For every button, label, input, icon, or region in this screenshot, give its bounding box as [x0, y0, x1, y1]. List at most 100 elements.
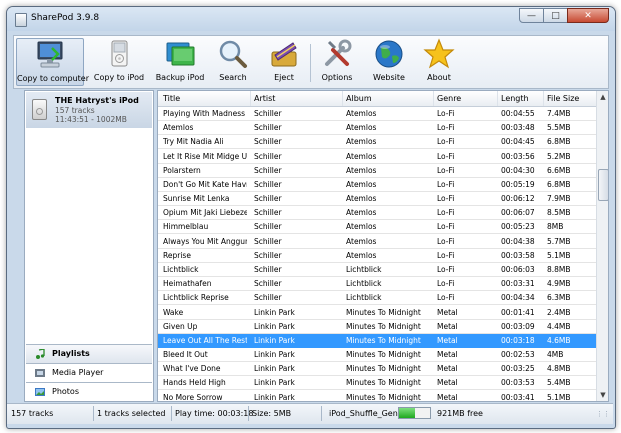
table-row[interactable]: Let It Rise Mit Midge Ure Schiller Atemlos…	[158, 150, 596, 164]
photo-icon	[35, 387, 45, 397]
cell-title: Leave Out All The Rest	[163, 335, 247, 345]
cell-genre: Metal	[437, 321, 458, 331]
minimize-button[interactable]: —	[519, 8, 544, 23]
table-row[interactable]: Leave Out All The Rest Linkin Park Minutes…	[158, 333, 596, 348]
cell-file-size: 4.6MB	[547, 335, 571, 345]
table-row[interactable]: Himmelblau Schiller Atemlos Lo-Fi 00:05:23 8M…	[158, 220, 596, 235]
website-button[interactable]: Website	[364, 38, 414, 86]
column-separator[interactable]	[250, 91, 251, 106]
table-row[interactable]: Atemlos Schiller Atemlos Lo-Fi 00:03:48 5.5MB	[158, 121, 596, 136]
table-row[interactable]: Sunrise Mit Lenka Schiller Atemlos Lo-Fi 00:…	[158, 192, 596, 207]
cell-length: 00:03:31	[501, 279, 535, 289]
table-row[interactable]: Always You Mit Anggun Schiller Atemlos Lo-F…	[158, 235, 596, 249]
cell-genre: Lo-Fi	[437, 109, 455, 118]
title-bar[interactable]: SharePod 3.9.8 — □ ✕	[7, 7, 615, 31]
nav-playlists[interactable]: Playlists	[26, 344, 152, 363]
cell-album: Atemlos	[346, 222, 377, 232]
cell-artist: Schiller	[254, 109, 282, 118]
maximize-icon: □	[551, 10, 560, 21]
cell-genre: Lo-Fi	[437, 264, 455, 274]
resize-grip-icon[interactable]: ⋮⋮	[596, 410, 610, 418]
track-table: Title Artist Album Genre Length File Siz…	[157, 90, 609, 402]
cell-album: Minutes To Midnight	[346, 350, 421, 360]
column-header-length[interactable]: Length	[501, 94, 529, 103]
cell-length: 00:03:09	[501, 321, 535, 331]
column-header-genre[interactable]: Genre	[437, 94, 461, 103]
cell-genre: Metal	[437, 364, 458, 374]
cell-album: Atemlos	[346, 151, 377, 161]
scroll-down-icon[interactable]: ▼	[597, 389, 608, 401]
cell-length: 00:04:30	[501, 165, 535, 175]
storage-usage-fill	[399, 408, 415, 418]
column-header-title[interactable]: Title	[163, 94, 180, 103]
device-item[interactable]: THE Hatryst's iPod 157 tracks 11:43:51 -…	[26, 92, 152, 128]
column-separator[interactable]	[497, 91, 498, 106]
cell-title: Don't Go Mit Kate Havnevik	[163, 179, 247, 189]
cell-genre: Lo-Fi	[437, 279, 455, 289]
table-row[interactable]: Hands Held High Linkin Park Minutes To Mid…	[158, 376, 596, 391]
table-row[interactable]: Lichtblick Reprise Schiller Lichtblick Lo-F…	[158, 291, 596, 306]
table-row[interactable]: Bleed It Out Linkin Park Minutes To Midnig…	[158, 348, 596, 363]
copy-to-computer-label: Copy to computer	[17, 74, 89, 83]
cell-length: 00:04:45	[501, 137, 535, 147]
cell-artist: Linkin Park	[254, 364, 295, 374]
nav-media-player[interactable]: Media Player	[26, 363, 152, 382]
scroll-up-icon[interactable]: ▲	[597, 91, 608, 103]
cell-title: Given Up	[163, 321, 198, 331]
cell-artist: Linkin Park	[254, 307, 295, 317]
about-button[interactable]: About	[416, 38, 462, 86]
table-row[interactable]: Given Up Linkin Park Minutes To Midnight Me…	[158, 320, 596, 334]
table-row[interactable]: Don't Go Mit Kate Havnevik Schiller Atemlo…	[158, 178, 596, 192]
table-row[interactable]: Opium Mit Jaki Liebezeit Schiller Atemlos L…	[158, 206, 596, 221]
cell-title: Let It Rise Mit Midge Ure	[163, 151, 247, 161]
cell-genre: Lo-Fi	[437, 137, 455, 147]
cell-file-size: 4MB	[547, 350, 564, 360]
table-row[interactable]: No More Sorrow Linkin Park Minutes To Midn…	[158, 391, 596, 402]
copy-to-ipod-button[interactable]: Copy to iPod	[88, 38, 150, 86]
table-row[interactable]: What I've Done Linkin Park Minutes To Midn…	[158, 362, 596, 377]
cell-title: Always You Mit Anggun	[163, 236, 247, 246]
minimize-icon: —	[527, 10, 536, 21]
maximize-button[interactable]: □	[543, 8, 568, 23]
options-button[interactable]: Options	[314, 38, 360, 86]
cell-file-size: 6.3MB	[547, 293, 571, 303]
cell-artist: Schiller	[254, 194, 282, 204]
backup-icon	[164, 38, 196, 70]
eject-button[interactable]: Eject	[262, 38, 306, 86]
column-header-artist[interactable]: Artist	[254, 94, 275, 103]
table-row[interactable]: Playing With Madness Mit ... Schiller Atem…	[158, 107, 596, 121]
table-row[interactable]: Reprise Schiller Atemlos Lo-Fi 00:03:58 5.1MB	[158, 249, 596, 263]
options-label: Options	[321, 73, 353, 82]
column-header-file-size[interactable]: File Size	[547, 94, 579, 103]
table-row[interactable]: Try Mit Nadia Ali Schiller Atemlos Lo-Fi 00:…	[158, 135, 596, 150]
cell-genre: Metal	[437, 350, 458, 360]
table-row[interactable]: Polarstern Schiller Atemlos Lo-Fi 00:04:30 6.…	[158, 164, 596, 178]
column-separator[interactable]	[433, 91, 434, 106]
cell-artist: Linkin Park	[254, 392, 295, 402]
table-row[interactable]: Wake Linkin Park Minutes To Midnight Metal 0…	[158, 306, 596, 320]
cell-genre: Lo-Fi	[437, 194, 455, 204]
column-separator[interactable]	[342, 91, 343, 106]
cell-genre: Lo-Fi	[437, 222, 455, 232]
table-row[interactable]: Lichtblick Schiller Lichtblick Lo-Fi 00:06:0…	[158, 263, 596, 277]
nav-photos[interactable]: Photos	[26, 382, 152, 401]
close-icon: ✕	[584, 10, 592, 21]
copy-to-ipod-label: Copy to iPod	[93, 73, 145, 82]
cell-title: What I've Done	[163, 364, 221, 374]
backup-ipod-button[interactable]: Backup iPod	[154, 38, 206, 86]
column-header-album[interactable]: Album	[346, 94, 372, 103]
close-button[interactable]: ✕	[567, 8, 609, 23]
cell-length: 00:03:25	[501, 364, 535, 374]
copy-to-computer-button[interactable]: Copy to computer	[16, 38, 89, 86]
eject-icon	[268, 38, 300, 70]
column-separator[interactable]	[543, 91, 544, 106]
cell-file-size: 6.6MB	[547, 165, 571, 175]
table-row[interactable]: Heimathafen Schiller Lichtblick Lo-Fi 00:03:…	[158, 277, 596, 292]
scrollbar-thumb[interactable]	[598, 169, 608, 201]
cell-length: 00:01:41	[501, 307, 535, 317]
cell-file-size: 5.2MB	[547, 151, 571, 161]
search-button[interactable]: Search	[208, 38, 258, 86]
film-icon	[35, 368, 45, 378]
cell-genre: Lo-Fi	[437, 123, 455, 133]
vertical-scrollbar[interactable]: ▲ ▼	[596, 91, 608, 401]
